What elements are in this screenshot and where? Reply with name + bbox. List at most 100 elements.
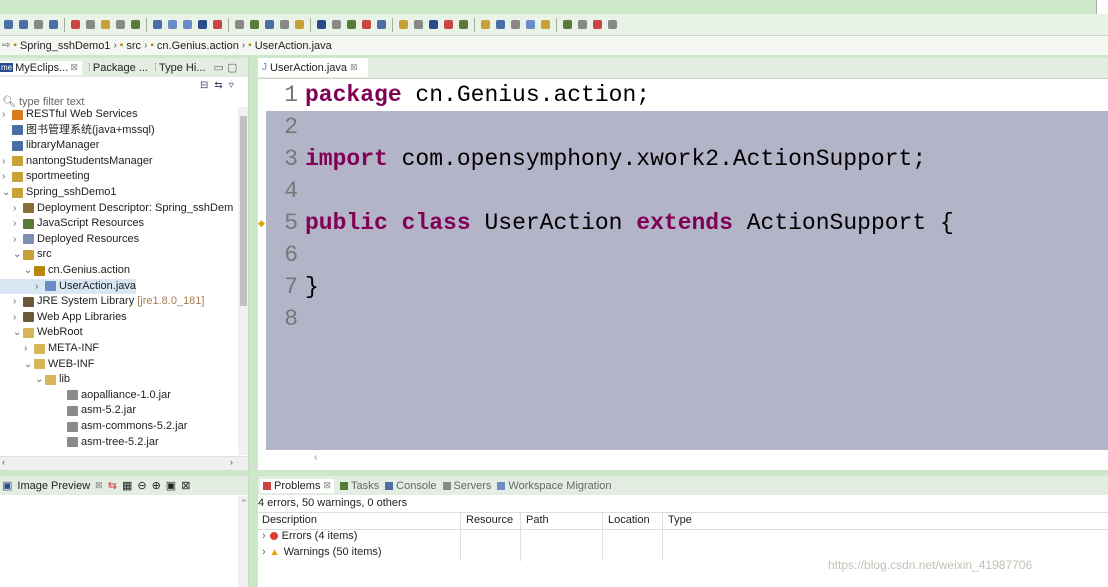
editor-tab-useraction[interactable]: J UserAction.java ⊠ — [258, 58, 368, 77]
explorer-tab[interactable]: me MyEclips... ⊠ — [0, 60, 82, 75]
tree-item[interactable]: ⌄ cn.Genius.action — [0, 263, 130, 278]
column-header[interactable]: Resource — [466, 514, 513, 526]
tree-item[interactable]: › JRE System Library [jre1.8.0_181] — [0, 294, 204, 309]
close-icon[interactable]: ⊠ — [323, 480, 331, 491]
fit-icon[interactable]: ▦ — [122, 479, 132, 492]
tree-item[interactable]: 图书管理系统(java+mssql) — [0, 123, 155, 138]
tree-item[interactable]: ⌄ Spring_sshDemo1 — [0, 185, 117, 200]
toolbar-button-icon[interactable] — [563, 20, 572, 29]
tree-item[interactable]: ⌄ WEB-INF — [0, 357, 94, 372]
tree-item[interactable]: › RESTful Web Services — [0, 107, 138, 122]
toolbar-button-icon[interactable] — [86, 20, 95, 29]
breadcrumb-item[interactable]: UserAction.java — [255, 40, 332, 52]
toolbar-button-icon[interactable] — [414, 20, 423, 29]
toolbar-button-icon[interactable] — [481, 20, 490, 29]
zoom-out-icon[interactable]: ⊖ — [137, 479, 146, 492]
toolbar-button-icon[interactable] — [213, 20, 222, 29]
explorer-tab[interactable]: ⁞ Type Hi... — [154, 62, 206, 74]
chevron-right-icon[interactable]: › — [24, 341, 34, 356]
minimize-maximize-icon[interactable]: ▭ ▢ — [214, 61, 238, 74]
problems-tab[interactable]: Problems ⊠ — [260, 478, 335, 493]
toolbar-button-icon[interactable] — [347, 20, 356, 29]
toolbar-button-icon[interactable] — [459, 20, 468, 29]
toolbar-button-icon[interactable] — [71, 20, 80, 29]
problem-group-row[interactable]: › Errors (4 items) — [262, 530, 357, 542]
toolbar-button-icon[interactable] — [4, 20, 13, 29]
column-header[interactable]: Path — [526, 514, 549, 526]
chevron-right-icon[interactable]: › — [262, 530, 266, 542]
problem-group-row[interactable]: › ▲ Warnings (50 items) — [262, 546, 382, 558]
chevron-right-icon[interactable]: › — [2, 107, 12, 122]
chevron-right-icon[interactable]: › — [13, 294, 23, 309]
zoom-in-icon[interactable]: ⊕ — [152, 479, 161, 492]
tree-item[interactable]: › Deployment Descriptor: Spring_sshDem — [0, 201, 233, 216]
chevron-right-icon[interactable]: › — [13, 310, 23, 325]
chevron-right-icon[interactable]: › — [13, 201, 23, 216]
breadcrumb-item[interactable]: src — [126, 40, 141, 52]
toolbar-button-icon[interactable] — [265, 20, 274, 29]
tree-item[interactable]: › sportmeeting — [0, 169, 90, 184]
chevron-right-icon[interactable]: › — [35, 279, 45, 294]
toolbar-button-icon[interactable] — [377, 20, 386, 29]
chevron-right-icon[interactable]: › — [13, 232, 23, 247]
problems-tab[interactable]: Servers — [442, 480, 491, 492]
toolbar-button-icon[interactable] — [332, 20, 341, 29]
problems-tab[interactable]: Tasks — [340, 480, 379, 492]
toolbar-button-icon[interactable] — [511, 20, 520, 29]
breadcrumb-item[interactable]: cn.Genius.action — [157, 40, 239, 52]
tree-item[interactable]: ⌄ lib — [0, 372, 70, 387]
chevron-down-icon[interactable]: ⌄ — [24, 357, 34, 372]
toolbar-button-icon[interactable] — [429, 20, 438, 29]
toolbar-button-icon[interactable] — [235, 20, 244, 29]
explorer-scroll-thumb[interactable] — [240, 116, 247, 306]
toolbar-button-icon[interactable] — [399, 20, 408, 29]
link-icon[interactable]: ⇆ — [108, 479, 117, 492]
breadcrumb-item[interactable]: Spring_sshDemo1 — [20, 40, 111, 52]
view-menu-icon[interactable]: ▿ — [229, 80, 234, 91]
tree-item[interactable]: aopalliance-1.0.jar — [0, 388, 171, 403]
toolbar-button-icon[interactable] — [280, 20, 289, 29]
toolbar-button-icon[interactable] — [317, 20, 326, 29]
image-preview-scrollbar[interactable]: ⌃ — [238, 496, 248, 587]
scroll-left-icon[interactable]: ‹ — [2, 457, 5, 467]
toolbar-button-icon[interactable] — [362, 20, 371, 29]
editor-horizontal-scrollbar[interactable]: ‹ — [266, 450, 1108, 468]
scroll-left-icon[interactable]: ‹ — [314, 452, 317, 463]
close-icon[interactable]: ⊠ — [350, 62, 358, 73]
toolbar-button-icon[interactable] — [578, 20, 587, 29]
image-preview-tab[interactable]: Image Preview — [17, 480, 90, 492]
explorer-horizontal-scrollbar[interactable]: ‹ › — [0, 456, 248, 470]
collapse-all-icon[interactable]: ⊟ — [200, 80, 208, 91]
fullscreen-icon[interactable]: ⊠ — [181, 479, 190, 492]
close-icon[interactable]: ⊠ — [95, 480, 103, 491]
toolbar-button-icon[interactable] — [608, 20, 617, 29]
toolbar-button-icon[interactable] — [34, 20, 43, 29]
toolbar-button-icon[interactable] — [131, 20, 140, 29]
toolbar-button-icon[interactable] — [444, 20, 453, 29]
chevron-down-icon[interactable]: ⌄ — [13, 247, 23, 262]
chevron-right-icon[interactable]: › — [2, 154, 12, 169]
toolbar-button-icon[interactable] — [116, 20, 125, 29]
toolbar-button-icon[interactable] — [250, 20, 259, 29]
breadcrumb-nav-icon[interactable]: ⇨ — [2, 40, 10, 51]
actual-size-icon[interactable]: ▣ — [166, 479, 176, 492]
toolbar-button-icon[interactable] — [49, 20, 58, 29]
toolbar-button-icon[interactable] — [153, 20, 162, 29]
column-header[interactable]: Type — [668, 514, 692, 526]
scroll-right-icon[interactable]: › — [230, 457, 233, 467]
explorer-tab[interactable]: ⁞ Package ... — [88, 62, 148, 74]
link-editor-icon[interactable]: ⇆ — [214, 80, 222, 91]
tree-item[interactable]: › Deployed Resources — [0, 232, 139, 247]
close-icon[interactable]: ⊠ — [70, 62, 78, 73]
tree-item[interactable]: › JavaScript Resources — [0, 216, 144, 231]
chevron-down-icon[interactable]: ⌄ — [13, 325, 23, 340]
chevron-right-icon[interactable]: › — [2, 169, 12, 184]
tree-item[interactable]: asm-commons-5.2.jar — [0, 419, 187, 434]
tree-item[interactable]: libraryManager — [0, 138, 99, 153]
tree-item[interactable]: asm-5.2.jar — [0, 403, 136, 418]
tree-item[interactable]: ⌄ src — [0, 247, 52, 262]
column-header[interactable]: Description — [262, 514, 317, 526]
toolbar-button-icon[interactable] — [168, 20, 177, 29]
toolbar-button-icon[interactable] — [19, 20, 28, 29]
chevron-down-icon[interactable]: ⌄ — [2, 185, 12, 200]
